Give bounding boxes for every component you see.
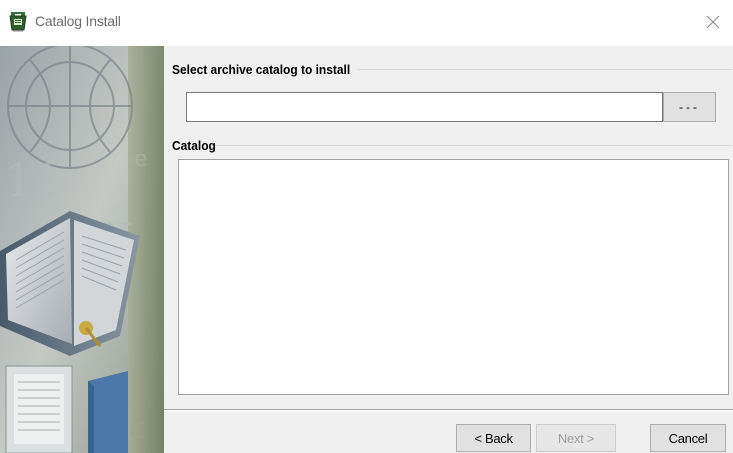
browse-button[interactable]: --- (663, 92, 716, 122)
svg-text:C: C (130, 419, 145, 444)
svg-text:11: 11 (4, 153, 63, 207)
title-bar: Catalog Install (0, 0, 733, 46)
window-title: Catalog Install (35, 13, 121, 29)
close-button[interactable] (693, 6, 733, 38)
wizard-button-bar: < Back Next > Cancel (164, 411, 733, 453)
catalog-list[interactable] (178, 159, 729, 395)
catalog-install-app-icon (8, 10, 28, 32)
next-button[interactable]: Next > (536, 424, 616, 452)
wizard-content: Select archive catalog to install --- Ca… (164, 46, 733, 409)
catalog-install-window: Catalog Install 11 C e Select archive ca… (0, 0, 733, 453)
cancel-button[interactable]: Cancel (650, 424, 726, 452)
catalog-group-divider (211, 145, 732, 146)
close-icon (706, 15, 720, 29)
catalog-group-title: Catalog (172, 138, 216, 153)
svg-text:e: e (134, 147, 148, 172)
archive-path-input[interactable] (186, 92, 663, 122)
archive-group-divider (357, 69, 732, 70)
back-button[interactable]: < Back (456, 424, 531, 452)
archive-group-header: Select archive catalog to install (164, 62, 732, 77)
catalog-group-header: Catalog (164, 138, 732, 153)
archive-group-title: Select archive catalog to install (172, 62, 351, 77)
wizard-side-image: 11 X ted C e (0, 46, 164, 453)
